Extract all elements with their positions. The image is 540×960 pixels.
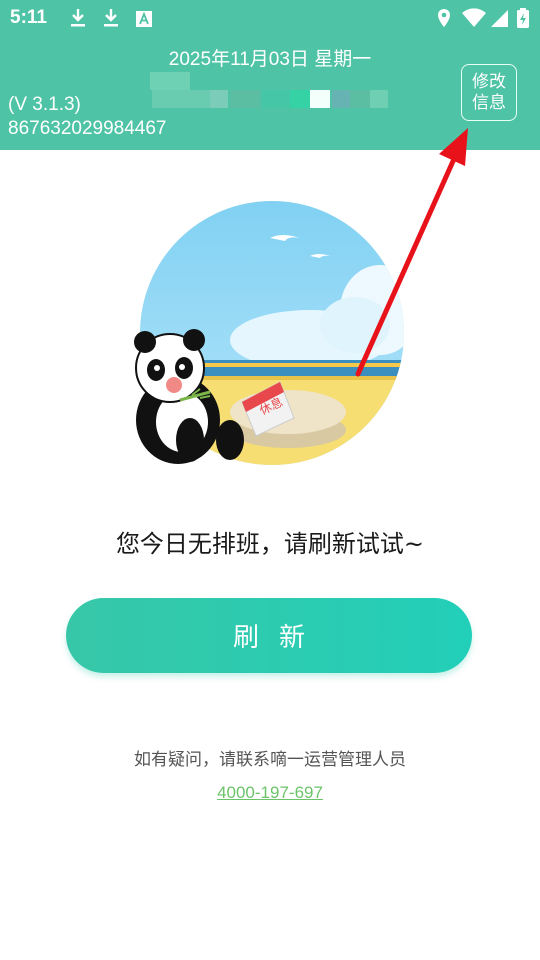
edit-info-label-line2: 信息 xyxy=(472,92,506,113)
wifi-icon xyxy=(462,8,486,27)
app-version: (V 3.1.3) xyxy=(8,94,81,115)
no-schedule-illustration: 休息 xyxy=(134,201,404,465)
redacted-user-info xyxy=(150,72,390,112)
download-icon xyxy=(71,9,85,27)
edit-info-button[interactable]: 修改 信息 xyxy=(461,64,517,121)
no-schedule-message: 您今日无排班，请刷新试试~ xyxy=(115,530,425,558)
current-date: 2025年11月03日 星期一 xyxy=(168,49,372,70)
status-bar: 5:11 xyxy=(0,0,540,36)
support-phone-link[interactable]: 4000-197-697 xyxy=(0,783,540,803)
download-icon xyxy=(104,9,118,27)
signal-icon xyxy=(491,10,508,27)
header-bar: 5:11 2025年11月03日 星期一 (V 3.1.3) 867632029… xyxy=(0,0,540,150)
battery-charging-icon xyxy=(517,8,529,28)
refresh-button-label: 刷新 xyxy=(232,623,325,653)
edit-info-label-line1: 修改 xyxy=(472,71,506,92)
location-icon xyxy=(438,9,450,27)
status-time: 5:11 xyxy=(10,7,47,28)
device-id: 867632029984467 xyxy=(8,118,167,139)
font-notification-icon xyxy=(136,11,152,27)
refresh-button[interactable]: 刷新 xyxy=(66,598,472,673)
contact-hint: 如有疑问，请联系嘀一运营管理人员 xyxy=(134,750,406,770)
